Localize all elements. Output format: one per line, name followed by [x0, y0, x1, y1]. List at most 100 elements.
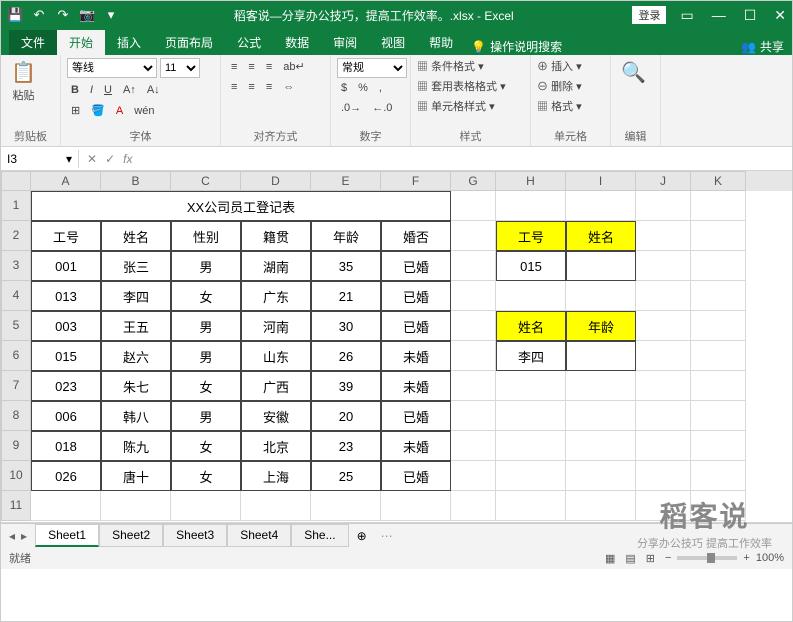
cell[interactable] — [636, 461, 691, 491]
cell[interactable]: 未婚 — [381, 341, 451, 371]
cancel-formula-icon[interactable]: ✕ — [87, 152, 97, 166]
cell[interactable] — [451, 191, 496, 221]
cell[interactable]: 已婚 — [381, 281, 451, 311]
cell[interactable] — [496, 491, 566, 521]
cell[interactable] — [451, 311, 496, 341]
cell[interactable] — [636, 191, 691, 221]
align-top-button[interactable]: ≡ — [227, 59, 241, 75]
cell[interactable] — [101, 491, 171, 521]
col-header[interactable]: F — [381, 171, 451, 191]
cell[interactable] — [496, 431, 566, 461]
cell[interactable] — [566, 281, 636, 311]
phonetic-button[interactable]: wén — [130, 103, 158, 119]
cell[interactable]: 唐十 — [101, 461, 171, 491]
align-middle-button[interactable]: ≡ — [244, 59, 258, 75]
minimize-icon[interactable]: — — [712, 7, 726, 24]
cell[interactable] — [691, 191, 746, 221]
cell[interactable]: 男 — [171, 341, 241, 371]
cell[interactable]: 河南 — [241, 311, 311, 341]
decrease-decimal-button[interactable]: ←.0 — [368, 100, 396, 116]
sheet-tab[interactable]: Sheet3 — [163, 524, 227, 547]
cell[interactable] — [496, 191, 566, 221]
cell[interactable]: 003 — [31, 311, 101, 341]
cell[interactable]: 陈九 — [101, 431, 171, 461]
ribbon-options-icon[interactable]: ▭ — [680, 7, 693, 24]
cell[interactable]: 年龄 — [311, 221, 381, 251]
col-header[interactable]: G — [451, 171, 496, 191]
cell[interactable] — [691, 221, 746, 251]
cell[interactable] — [566, 371, 636, 401]
cell[interactable] — [451, 251, 496, 281]
cell[interactable]: 性别 — [171, 221, 241, 251]
zoom-level[interactable]: 100% — [756, 552, 784, 564]
sheet-tab[interactable]: Sheet1 — [35, 524, 99, 547]
format-cells-button[interactable]: ▦ 格式 ▾ — [537, 98, 582, 114]
share-button[interactable]: 👥 共享 — [741, 38, 784, 55]
cell[interactable]: 北京 — [241, 431, 311, 461]
cell[interactable]: 李四 — [101, 281, 171, 311]
align-center-button[interactable]: ≡ — [244, 79, 258, 95]
undo-icon[interactable]: ↶ — [31, 7, 47, 23]
cell[interactable] — [566, 191, 636, 221]
cell[interactable]: 工号 — [496, 221, 566, 251]
cell[interactable]: 015 — [496, 251, 566, 281]
cell[interactable]: 013 — [31, 281, 101, 311]
cell[interactable] — [241, 491, 311, 521]
cell[interactable]: 006 — [31, 401, 101, 431]
font-name-select[interactable]: 等线 — [67, 58, 157, 78]
cell[interactable]: 20 — [311, 401, 381, 431]
cell[interactable] — [381, 491, 451, 521]
cell[interactable] — [451, 371, 496, 401]
increase-font-button[interactable]: A↑ — [119, 82, 140, 98]
cell[interactable]: 男 — [171, 311, 241, 341]
cell[interactable] — [691, 341, 746, 371]
table-format-button[interactable]: ▦ 套用表格格式 ▾ — [417, 78, 506, 94]
cell[interactable]: 23 — [311, 431, 381, 461]
col-header[interactable]: C — [171, 171, 241, 191]
zoom-out-button[interactable]: − — [665, 552, 671, 564]
row-header[interactable]: 4 — [1, 281, 31, 311]
sheet-tab[interactable]: Sheet4 — [227, 524, 291, 547]
cell[interactable] — [691, 431, 746, 461]
editing-button[interactable]: 🔍 — [617, 58, 650, 87]
row-header[interactable]: 7 — [1, 371, 31, 401]
maximize-icon[interactable]: ☐ — [744, 7, 757, 24]
tab-insert[interactable]: 插入 — [105, 30, 153, 55]
login-button[interactable]: 登录 — [632, 6, 666, 24]
row-header[interactable]: 11 — [1, 491, 31, 521]
cell[interactable]: 35 — [311, 251, 381, 281]
cell[interactable] — [451, 341, 496, 371]
cell[interactable] — [691, 281, 746, 311]
cell[interactable] — [451, 431, 496, 461]
cell[interactable] — [451, 461, 496, 491]
align-left-button[interactable]: ≡ — [227, 79, 241, 95]
redo-icon[interactable]: ↷ — [55, 7, 71, 23]
cell[interactable] — [496, 401, 566, 431]
font-size-select[interactable]: 11 — [160, 58, 200, 78]
tell-me[interactable]: 💡 操作说明搜索 — [471, 38, 562, 55]
row-header[interactable]: 5 — [1, 311, 31, 341]
increase-decimal-button[interactable]: .0→ — [337, 100, 365, 116]
cell[interactable]: 上海 — [241, 461, 311, 491]
new-sheet-button[interactable]: ⊕ — [349, 529, 375, 543]
cell[interactable] — [691, 311, 746, 341]
cell[interactable]: 山东 — [241, 341, 311, 371]
cell[interactable]: 广西 — [241, 371, 311, 401]
cell[interactable] — [311, 491, 381, 521]
align-right-button[interactable]: ≡ — [262, 79, 276, 95]
cell[interactable]: 广东 — [241, 281, 311, 311]
cell[interactable] — [566, 491, 636, 521]
cell[interactable]: 已婚 — [381, 311, 451, 341]
cell[interactable]: 姓名 — [496, 311, 566, 341]
cell[interactable] — [691, 371, 746, 401]
tab-review[interactable]: 审阅 — [321, 30, 369, 55]
col-header[interactable]: K — [691, 171, 746, 191]
percent-button[interactable]: % — [354, 80, 372, 96]
save-icon[interactable]: 💾 — [7, 7, 23, 23]
cell[interactable]: 30 — [311, 311, 381, 341]
cell[interactable]: 女 — [171, 281, 241, 311]
col-header[interactable]: E — [311, 171, 381, 191]
select-all-button[interactable] — [1, 171, 31, 191]
row-header[interactable]: 1 — [1, 191, 31, 221]
underline-button[interactable]: U — [100, 82, 116, 98]
